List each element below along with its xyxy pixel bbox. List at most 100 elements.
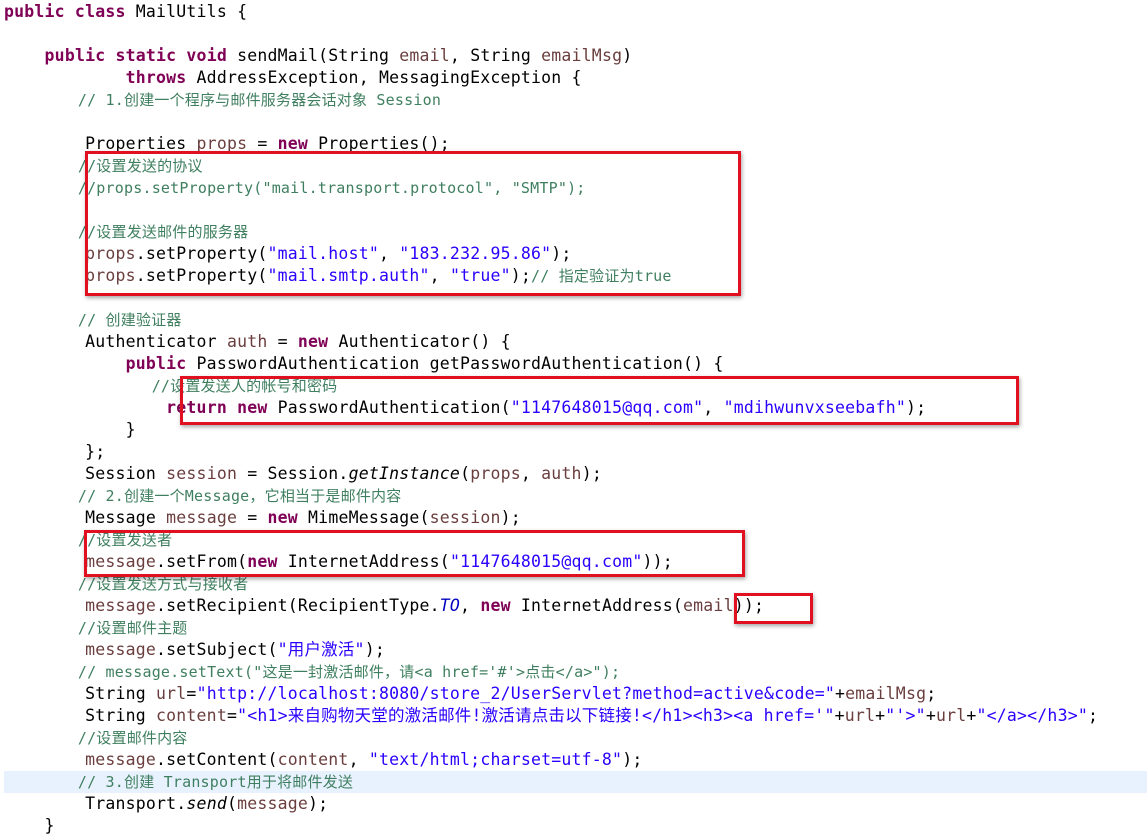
code-line[interactable]: return new PasswordAuthentication("11476… bbox=[4, 397, 1147, 419]
code-line[interactable] bbox=[4, 287, 1147, 309]
code-line[interactable]: props.setProperty("mail.smtp.auth", "tru… bbox=[4, 265, 1147, 287]
code-line[interactable]: //props.setProperty("mail.transport.prot… bbox=[4, 177, 1147, 199]
code-token: new bbox=[480, 596, 521, 615]
code-line[interactable] bbox=[4, 111, 1147, 133]
code-token: auth bbox=[541, 464, 582, 483]
code-line[interactable]: // 2.创建一个Message，它相当于是邮件内容 bbox=[4, 485, 1147, 507]
code-line[interactable]: Transport.send(message); bbox=[4, 793, 1147, 815]
code-line[interactable]: public class MailUtils { bbox=[4, 1, 1147, 23]
code-token: "183.232.95.86" bbox=[399, 244, 552, 263]
code-line[interactable]: String content="<h1>来自购物天堂的激活邮件!激活请点击以下链… bbox=[4, 705, 1147, 727]
code-line[interactable]: public PasswordAuthentication getPasswor… bbox=[4, 353, 1147, 375]
code-line[interactable]: } bbox=[4, 815, 1147, 837]
code-line[interactable]: String url="http://localhost:8080/store_… bbox=[4, 683, 1147, 705]
code-token: Session bbox=[4, 464, 167, 483]
code-token: .setRecipient(RecipientType. bbox=[156, 596, 440, 615]
code-token: Authenticator bbox=[4, 332, 227, 351]
code-token: // 指定验证为true bbox=[531, 267, 672, 285]
code-line[interactable]: // 1.创建一个程序与邮件服务器会话对象 Session bbox=[4, 89, 1147, 111]
code-token: //设置发送方式与接收者 bbox=[4, 575, 249, 593]
code-token: , bbox=[703, 398, 724, 417]
code-token: ); bbox=[581, 464, 602, 483]
code-line[interactable]: Authenticator auth = new Authenticator()… bbox=[4, 331, 1147, 353]
code-editor[interactable]: public class MailUtils { public static v… bbox=[4, 1, 1147, 837]
code-token: "text/html;charset=utf-8" bbox=[368, 750, 623, 769]
code-token: url bbox=[156, 684, 187, 703]
code-token: content bbox=[277, 750, 349, 769]
code-line[interactable]: //设置发送邮件的服务器 bbox=[4, 221, 1147, 243]
code-line[interactable]: message.setRecipient(RecipientType.TO, n… bbox=[4, 595, 1147, 617]
code-line[interactable]: // message.setText("这是一封激活邮件，请<a href='#… bbox=[4, 661, 1147, 683]
code-token: //设置发送的协议 bbox=[4, 157, 203, 175]
code-token: session bbox=[429, 508, 501, 527]
code-token: "mdihwunvxseebafh" bbox=[723, 398, 906, 417]
code-token: emailMsg bbox=[541, 46, 623, 65]
code-token: AddressException, MessagingException { bbox=[196, 68, 582, 87]
code-line[interactable]: public static void sendMail(String email… bbox=[4, 45, 1147, 67]
code-line[interactable]: } bbox=[4, 419, 1147, 441]
code-line[interactable] bbox=[4, 23, 1147, 45]
code-line[interactable]: message.setFrom(new InternetAddress("114… bbox=[4, 551, 1147, 573]
code-token: message bbox=[85, 640, 157, 659]
code-line[interactable]: props.setProperty("mail.host", "183.232.… bbox=[4, 243, 1147, 265]
code-line[interactable]: //设置发送方式与接收者 bbox=[4, 573, 1147, 595]
code-token: "1147648015@qq.com" bbox=[510, 398, 704, 417]
code-token: "true" bbox=[449, 266, 511, 285]
code-token: "</a></h3>" bbox=[976, 706, 1088, 725]
code-line[interactable]: message.setSubject("用户激活"); bbox=[4, 639, 1147, 661]
code-line[interactable]: // 3.创建 Transport用于将邮件发送 bbox=[4, 771, 1147, 793]
code-token: content bbox=[156, 706, 227, 725]
code-line[interactable]: //设置发送人的帐号和密码 bbox=[4, 375, 1147, 397]
code-token: //设置发送邮件的服务器 bbox=[4, 223, 249, 241]
code-line[interactable]: throws AddressException, MessagingExcept… bbox=[4, 67, 1147, 89]
code-token: ); bbox=[551, 244, 572, 263]
code-token: props bbox=[470, 464, 521, 483]
code-token: Message bbox=[4, 508, 167, 527]
code-token: throws bbox=[125, 68, 197, 87]
code-line[interactable]: Session session = Session.getInstance(pr… bbox=[4, 463, 1147, 485]
code-token: emailMsg bbox=[845, 684, 927, 703]
code-token: session bbox=[166, 464, 238, 483]
code-token: "http://localhost:8080/store_2/UserServl… bbox=[196, 684, 835, 703]
code-token: new bbox=[267, 508, 309, 527]
code-token: .setFrom( bbox=[156, 552, 248, 571]
code-line[interactable]: //设置发送者 bbox=[4, 529, 1147, 551]
code-token: MailUtils { bbox=[135, 2, 248, 21]
code-line[interactable]: //设置邮件内容 bbox=[4, 727, 1147, 749]
code-token: , String bbox=[449, 46, 542, 65]
code-token: , bbox=[348, 750, 369, 769]
code-line[interactable]: Message message = new MimeMessage(sessio… bbox=[4, 507, 1147, 529]
code-token: sendMail(String bbox=[237, 46, 400, 65]
code-token: // 创建验证器 bbox=[4, 311, 182, 329]
code-token: , bbox=[378, 244, 400, 263]
code-token: , bbox=[429, 266, 450, 285]
code-line[interactable]: //设置发送的协议 bbox=[4, 155, 1147, 177]
code-token: .setProperty( bbox=[135, 244, 268, 263]
code-token: ( bbox=[460, 464, 471, 483]
code-token: //设置邮件内容 bbox=[4, 729, 188, 747]
code-line[interactable]: }; bbox=[4, 441, 1147, 463]
code-line[interactable]: Properties props = new Properties(); bbox=[4, 133, 1147, 155]
code-token: Authenticator() { bbox=[338, 332, 511, 351]
code-token: "<h1>来自购物天堂的激活邮件!激活请点击以下链接!</h1><h3><a h… bbox=[237, 706, 835, 725]
code-line[interactable] bbox=[4, 199, 1147, 221]
code-token: ); bbox=[364, 640, 385, 659]
code-token: getInstance bbox=[348, 464, 461, 483]
code-token: ); bbox=[622, 750, 643, 769]
code-token: public bbox=[125, 354, 197, 373]
code-token: + bbox=[835, 684, 846, 703]
code-token: // 1.创建一个程序与邮件服务器会话对象 Session bbox=[4, 91, 442, 109]
code-line[interactable]: //设置邮件主题 bbox=[4, 617, 1147, 639]
code-line[interactable]: message.setContent(content, "text/html;c… bbox=[4, 749, 1147, 771]
code-token: new bbox=[277, 134, 319, 153]
code-line[interactable]: // 创建验证器 bbox=[4, 309, 1147, 331]
code-token: ); bbox=[905, 398, 927, 417]
